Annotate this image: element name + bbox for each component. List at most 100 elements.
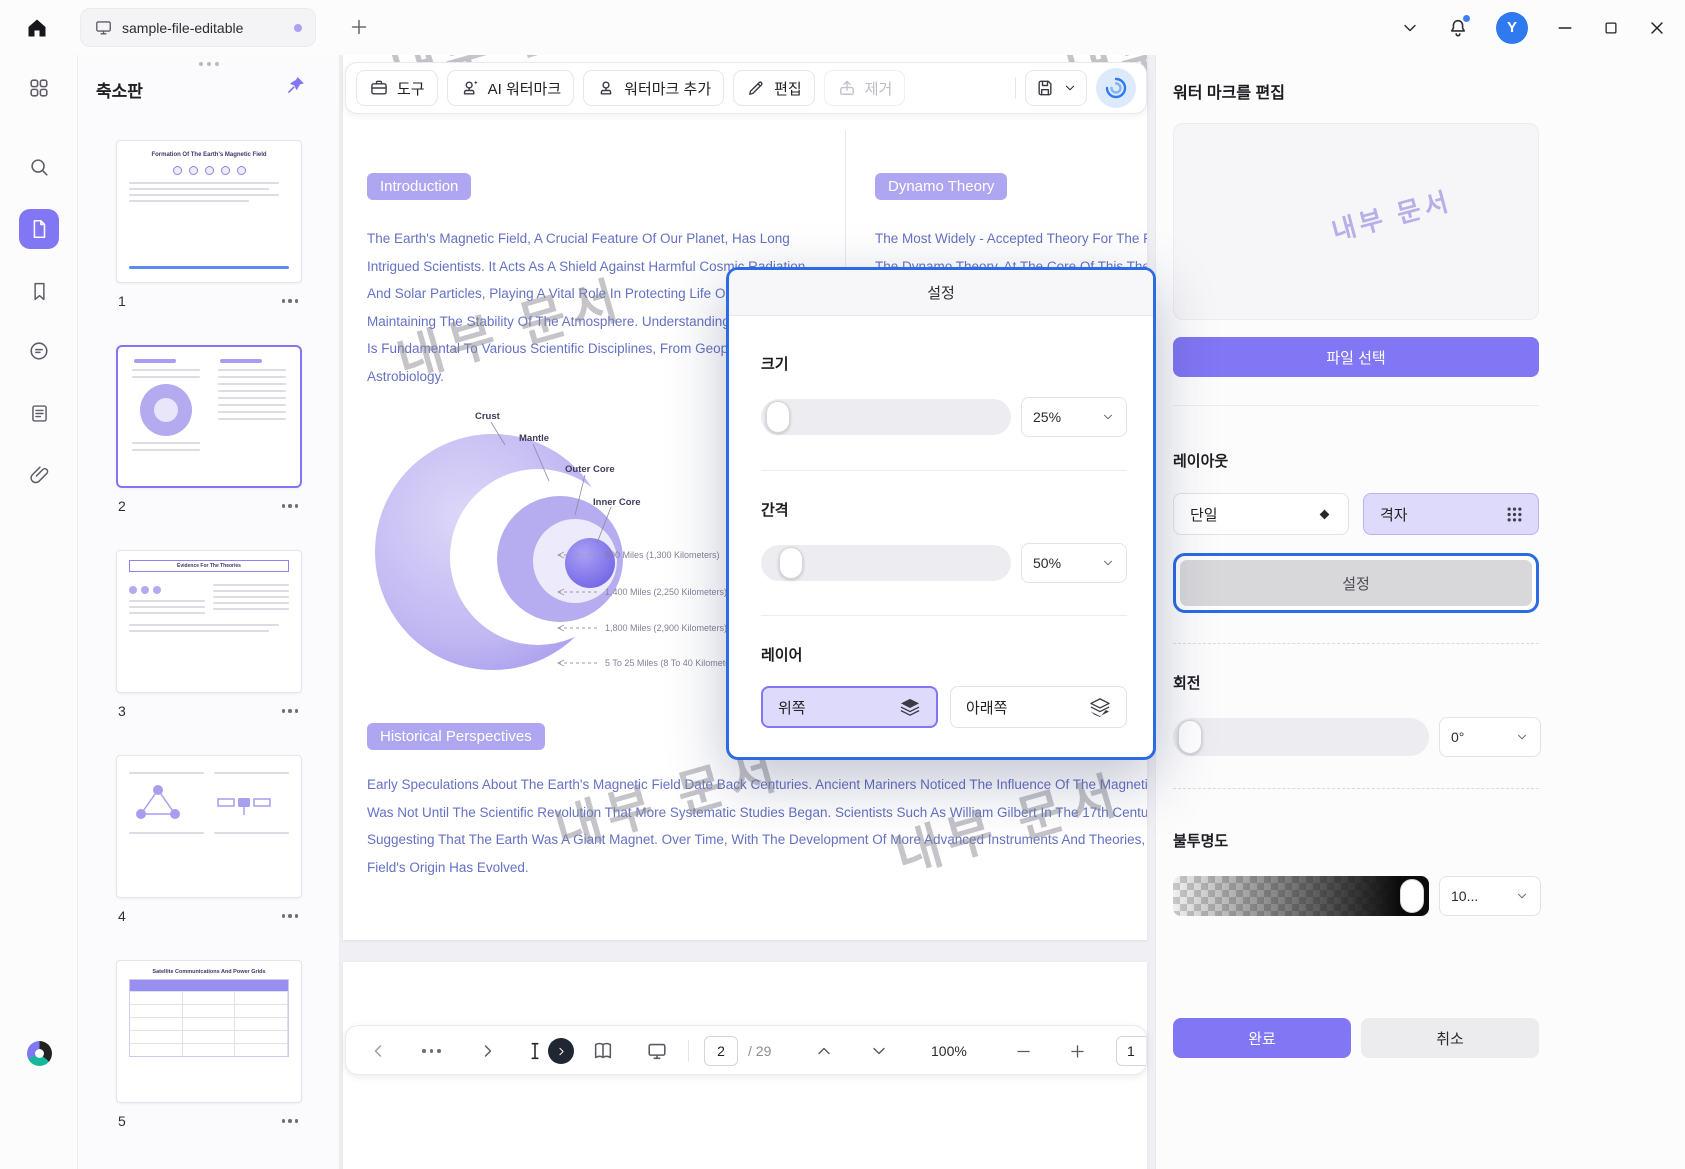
scroll-up-button[interactable] bbox=[814, 1026, 834, 1074]
rotation-select[interactable]: 0° bbox=[1439, 717, 1541, 757]
layout-grid-button[interactable]: 격자 bbox=[1363, 493, 1539, 535]
thumb-2-graphic bbox=[118, 347, 300, 468]
page-thumbnails-button[interactable] bbox=[19, 209, 59, 249]
page-thumbnail-2[interactable] bbox=[116, 345, 302, 488]
app-window: sample-file-editable Y 축소판 Formation Of … bbox=[0, 0, 1685, 1169]
bottombar-divider bbox=[688, 1040, 689, 1062]
page-total-label: / 29 bbox=[748, 1043, 772, 1059]
maximize-button[interactable] bbox=[1602, 19, 1620, 37]
zoom-out-button[interactable] bbox=[1014, 1026, 1033, 1074]
diagram-measurement-inner-core: 800 Miles (1,300 Kilometers) bbox=[605, 550, 720, 560]
layout-grid-label: 격자 bbox=[1380, 506, 1408, 524]
grid-dots-icon bbox=[1507, 507, 1522, 521]
file-select-button[interactable]: 파일 선택 bbox=[1173, 337, 1539, 377]
save-button[interactable] bbox=[1025, 70, 1087, 106]
layout-single-button[interactable]: 단일 bbox=[1173, 493, 1349, 535]
attachments-button[interactable] bbox=[19, 455, 59, 495]
pin-icon bbox=[288, 77, 304, 93]
historical-paragraph: Early Speculations About The Earth's Mag… bbox=[367, 777, 1147, 875]
text-cursor-button[interactable] bbox=[524, 1026, 546, 1074]
page-thumbnail-3[interactable]: Evidence For The Theories bbox=[116, 550, 302, 693]
spacing-slider[interactable] bbox=[761, 545, 1011, 581]
size-slider[interactable] bbox=[761, 399, 1011, 435]
expand-button[interactable] bbox=[548, 1026, 574, 1074]
new-tab-button[interactable] bbox=[348, 16, 370, 38]
scroll-down-button[interactable] bbox=[869, 1026, 889, 1074]
layer-top-label: 위쪽 bbox=[778, 699, 806, 717]
minimize-button[interactable] bbox=[1555, 18, 1575, 38]
toolbar-divider bbox=[1015, 77, 1016, 99]
fit-control-partial[interactable]: 1 bbox=[1116, 1026, 1146, 1074]
layer-bottom-button[interactable]: 아래쪽 bbox=[950, 686, 1127, 728]
opacity-value: 10... bbox=[1451, 888, 1479, 904]
add-watermark-icon bbox=[600, 81, 612, 95]
opacity-slider[interactable] bbox=[1173, 876, 1429, 916]
notes-button[interactable] bbox=[19, 393, 59, 433]
next-page-button[interactable] bbox=[478, 1026, 498, 1074]
page-thumbnail-4[interactable] bbox=[116, 755, 302, 898]
thumb-1-graphic bbox=[117, 166, 301, 175]
opacity-select[interactable]: 10... bbox=[1439, 876, 1541, 916]
rotation-slider-thumb[interactable] bbox=[1178, 720, 1202, 754]
spacing-select[interactable]: 50% bbox=[1021, 543, 1127, 583]
thumb-1-title: Formation Of The Earth's Magnetic Field bbox=[151, 152, 267, 158]
page-3-more-button[interactable] bbox=[280, 705, 301, 717]
page-5-more-button[interactable] bbox=[280, 1115, 301, 1127]
settings-button[interactable]: 설정 bbox=[1180, 560, 1532, 606]
save-icon bbox=[1038, 80, 1052, 96]
section-heading-introduction: Introduction bbox=[367, 173, 472, 200]
rotation-value: 0° bbox=[1451, 729, 1465, 745]
done-button[interactable]: 완료 bbox=[1173, 1018, 1351, 1058]
panel-divider bbox=[1173, 405, 1539, 406]
edit-button[interactable]: 편집 bbox=[733, 70, 815, 106]
plus-icon bbox=[1071, 1044, 1084, 1058]
presentation-mode-button[interactable] bbox=[646, 1026, 668, 1074]
apps-grid-icon bbox=[30, 79, 48, 97]
cancel-button[interactable]: 취소 bbox=[1361, 1018, 1539, 1058]
document-tab[interactable]: sample-file-editable bbox=[80, 8, 316, 47]
layer-top-button[interactable]: 위쪽 bbox=[761, 686, 938, 728]
more-pages-button[interactable] bbox=[420, 1026, 443, 1074]
pin-panel-button[interactable] bbox=[286, 75, 306, 95]
bookmarks-button[interactable] bbox=[19, 271, 59, 311]
left-icon-sidebar bbox=[0, 55, 78, 1169]
annotations-button[interactable] bbox=[19, 331, 59, 371]
notifications-button[interactable] bbox=[1447, 14, 1470, 39]
zoom-in-button[interactable] bbox=[1068, 1026, 1087, 1074]
add-watermark-button[interactable]: 워터마크 추가 bbox=[583, 70, 725, 106]
minus-icon bbox=[1017, 1050, 1030, 1052]
edit-watermark-panel: 워터 마크를 편집 내부 문서 파일 선택 레이아웃 단일 격자 설정 회전 0… bbox=[1155, 55, 1685, 1169]
avatar[interactable]: Y bbox=[1496, 11, 1528, 44]
opacity-slider-thumb[interactable] bbox=[1400, 879, 1424, 913]
page-thumbnail-5[interactable]: Satellite Communications And Power Grids bbox=[116, 960, 302, 1103]
search-button[interactable] bbox=[19, 147, 59, 187]
size-select[interactable]: 25% bbox=[1021, 397, 1127, 437]
chevron-down-icon bbox=[1518, 893, 1526, 899]
app-logo[interactable] bbox=[19, 1033, 59, 1073]
app-logo-icon bbox=[26, 1040, 52, 1066]
settings-button-highlight: 설정 bbox=[1173, 553, 1539, 613]
diagram-measurement-outer-core: 1,400 Miles (2,250 Kilometers) bbox=[605, 587, 727, 597]
reading-mode-button[interactable] bbox=[592, 1026, 614, 1074]
layer-bottom-icon bbox=[1090, 697, 1110, 717]
tools-button[interactable]: 도구 bbox=[356, 70, 438, 106]
close-button[interactable] bbox=[1647, 18, 1667, 38]
tab-list-chevron[interactable] bbox=[1400, 18, 1420, 38]
rotation-slider[interactable] bbox=[1173, 718, 1429, 756]
spacing-slider-thumb[interactable] bbox=[779, 547, 803, 579]
size-slider-thumb[interactable] bbox=[766, 401, 790, 433]
page-1-more-button[interactable] bbox=[280, 295, 301, 307]
apps-grid-button[interactable] bbox=[19, 68, 59, 108]
page-4-more-button[interactable] bbox=[280, 910, 301, 922]
watermark-preview: 내부 문서 bbox=[1173, 123, 1539, 320]
page-thumbnail-1[interactable]: Formation Of The Earth's Magnetic Field bbox=[116, 140, 302, 283]
remove-button[interactable]: 제거 bbox=[823, 70, 906, 106]
page-number-input[interactable]: 2 bbox=[704, 1036, 738, 1066]
home-button[interactable] bbox=[22, 14, 52, 42]
panel-drag-handle[interactable] bbox=[198, 62, 219, 66]
previous-page-button[interactable] bbox=[368, 1026, 388, 1074]
page-2-more-button[interactable] bbox=[280, 500, 301, 512]
preview-watermark-text: 내부 문서 bbox=[1328, 185, 1456, 247]
ai-assistant-button[interactable] bbox=[1096, 68, 1136, 108]
ai-watermark-button[interactable]: AI 워터마크 bbox=[446, 70, 575, 106]
